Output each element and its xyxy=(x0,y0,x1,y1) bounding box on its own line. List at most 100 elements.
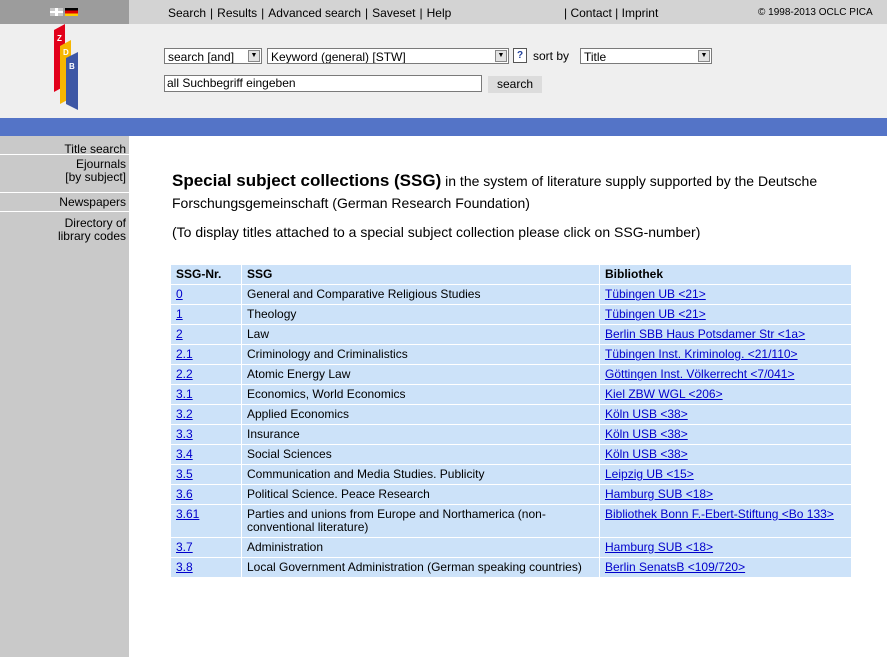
contact-link[interactable]: Contact xyxy=(570,6,611,20)
library-cell: Köln USB <38> xyxy=(599,424,852,445)
library-link[interactable]: Köln USB <38> xyxy=(605,427,688,441)
german-flag-icon[interactable] xyxy=(65,8,78,16)
ssg-number-link[interactable]: 3.4 xyxy=(176,447,193,461)
ssg-number-link[interactable]: 3.3 xyxy=(176,427,193,441)
zdb-logo[interactable]: Z D B xyxy=(54,24,78,110)
sidebar-item-label: [by subject] xyxy=(65,170,126,184)
table-row: 2.2 Atomic Energy Law Göttingen Inst. Völk… xyxy=(170,364,852,385)
library-cell: Hamburg SUB <18> xyxy=(599,537,852,558)
search-mode-value: search [and] xyxy=(168,50,235,64)
ssg-number-link[interactable]: 3.2 xyxy=(176,407,193,421)
sidebar-divider xyxy=(0,211,129,212)
nav-advanced-search-link[interactable]: Advanced search xyxy=(268,6,361,20)
ssg-name-cell: Economics, World Economics xyxy=(241,384,600,405)
top-navigation-bar: Search | Results | Advanced search | Saveset | H… xyxy=(0,0,887,24)
library-link[interactable]: Hamburg SUB <18> xyxy=(605,487,713,501)
ssg-number-cell: 3.6 xyxy=(170,484,242,505)
library-link[interactable]: Berlin SenatsB <109/720> xyxy=(605,560,745,574)
instruction-text: (To display titles attached to a special… xyxy=(172,224,701,240)
library-link[interactable]: Berlin SBB Haus Potsdamer Str <1a> xyxy=(605,327,805,341)
column-header-bibliothek: Bibliothek xyxy=(599,264,852,285)
ssg-number-link[interactable]: 3.8 xyxy=(176,560,193,574)
copyright-text: © 1998-2013 OCLC PICA xyxy=(758,7,873,18)
search-field-value: Keyword (general) [STW] xyxy=(271,50,406,64)
ssg-number-cell: 3.3 xyxy=(170,424,242,445)
table-header-row: SSG-Nr. SSG Bibliothek xyxy=(170,264,852,285)
nav-search-link[interactable]: Search xyxy=(168,6,206,20)
separator: | xyxy=(615,6,619,20)
table-row: 3.1 Economics, World Economics Kiel ZBW WG… xyxy=(170,384,852,405)
table-row: 3.5 Communication and Media Studies. Publ… xyxy=(170,464,852,485)
ssg-number-link[interactable]: 2.2 xyxy=(176,367,193,381)
library-link[interactable]: Bibliothek Bonn F.-Ebert-Stiftung <Bo 13… xyxy=(605,507,834,521)
library-link[interactable]: Göttingen Inst. Völkerrecht <7/041> xyxy=(605,367,794,381)
table-row: 3.61 Parties and unions from Europe and N… xyxy=(170,504,852,538)
search-button[interactable]: search xyxy=(488,76,542,93)
library-link[interactable]: Köln USB <38> xyxy=(605,407,688,421)
nav-help-link[interactable]: Help xyxy=(427,6,452,20)
ssg-number-cell: 2 xyxy=(170,324,242,345)
ssg-number-link[interactable]: 3.61 xyxy=(176,507,199,521)
library-link[interactable]: Tübingen UB <21> xyxy=(605,287,706,301)
logo-area: Z D B xyxy=(0,24,129,118)
library-link[interactable]: Leipzig UB <15> xyxy=(605,467,694,481)
library-cell: Köln USB <38> xyxy=(599,404,852,425)
library-cell: Berlin SBB Haus Potsdamer Str <1a> xyxy=(599,324,852,345)
ssg-name-cell: Insurance xyxy=(241,424,600,445)
library-link[interactable]: Hamburg SUB <18> xyxy=(605,540,713,554)
library-cell: Tübingen UB <21> xyxy=(599,284,852,305)
ssg-name-cell: Theology xyxy=(241,304,600,325)
ssg-number-link[interactable]: 2 xyxy=(176,327,183,341)
dropdown-arrow-icon: ▼ xyxy=(248,50,260,62)
sort-by-label: sort by xyxy=(533,49,570,63)
ssg-table: SSG-Nr. SSG Bibliothek 0 General and Comp… xyxy=(170,264,852,578)
nav-results-link[interactable]: Results xyxy=(217,6,257,20)
separator: | xyxy=(365,6,369,20)
help-icon[interactable]: ? xyxy=(513,48,527,63)
ssg-number-cell: 3.2 xyxy=(170,404,242,425)
logo-letter-b: B xyxy=(69,62,75,71)
search-mode-select[interactable]: search [and] ▼ xyxy=(164,48,262,64)
sidebar-item-directory[interactable]: Directory of library codes xyxy=(58,217,126,243)
library-link[interactable]: Köln USB <38> xyxy=(605,447,688,461)
imprint-link[interactable]: Imprint xyxy=(622,6,659,20)
sidebar-item-newspapers[interactable]: Newspapers xyxy=(59,196,126,209)
english-flag-icon[interactable] xyxy=(50,8,63,16)
search-input[interactable]: all Suchbegriff eingeben xyxy=(164,75,482,92)
table-row: 3.7 Administration Hamburg SUB <18> xyxy=(170,537,852,558)
library-cell: Bibliothek Bonn F.-Ebert-Stiftung <Bo 13… xyxy=(599,504,852,538)
library-cell: Leipzig UB <15> xyxy=(599,464,852,485)
ssg-number-link[interactable]: 2.1 xyxy=(176,347,193,361)
ssg-number-link[interactable]: 0 xyxy=(176,287,183,301)
column-header-ssg: SSG xyxy=(241,264,600,285)
nav-saveset-link[interactable]: Saveset xyxy=(372,6,415,20)
library-link[interactable]: Kiel ZBW WGL <206> xyxy=(605,387,723,401)
table-row: 3.8 Local Government Administration (Germ… xyxy=(170,557,852,578)
ssg-number-link[interactable]: 3.7 xyxy=(176,540,193,554)
sort-select[interactable]: Title ▼ xyxy=(580,48,712,64)
ssg-number-link[interactable]: 3.5 xyxy=(176,467,193,481)
sidebar-item-ejournals[interactable]: Ejournals [by subject] xyxy=(65,158,126,184)
search-panel xyxy=(129,24,887,118)
contact-menu: | Contact | Imprint xyxy=(564,6,658,20)
search-field-select[interactable]: Keyword (general) [STW] ▼ xyxy=(267,48,509,64)
header-divider-band xyxy=(0,118,887,136)
ssg-name-cell: Atomic Energy Law xyxy=(241,364,600,385)
sort-value: Title xyxy=(584,50,607,64)
ssg-number-cell: 3.4 xyxy=(170,444,242,465)
table-row: 2.1 Criminology and Criminalistics Tübinge… xyxy=(170,344,852,365)
ssg-number-cell: 3.5 xyxy=(170,464,242,485)
ssg-number-link[interactable]: 3.6 xyxy=(176,487,193,501)
library-link[interactable]: Tübingen Inst. Kriminolog. <21/110> xyxy=(605,347,798,361)
separator: | xyxy=(210,6,214,20)
sidebar-item-title-search[interactable]: Title search xyxy=(64,143,126,156)
page-title: Special subject collections (SSG) in the… xyxy=(172,170,882,214)
library-cell: Tübingen UB <21> xyxy=(599,304,852,325)
dropdown-arrow-icon: ▼ xyxy=(495,50,507,62)
ssg-number-link[interactable]: 3.1 xyxy=(176,387,193,401)
ssg-number-link[interactable]: 1 xyxy=(176,307,183,321)
table-row: 1 Theology Tübingen UB <21> xyxy=(170,304,852,325)
ssg-number-cell: 2.2 xyxy=(170,364,242,385)
separator: | xyxy=(261,6,265,20)
library-link[interactable]: Tübingen UB <21> xyxy=(605,307,706,321)
